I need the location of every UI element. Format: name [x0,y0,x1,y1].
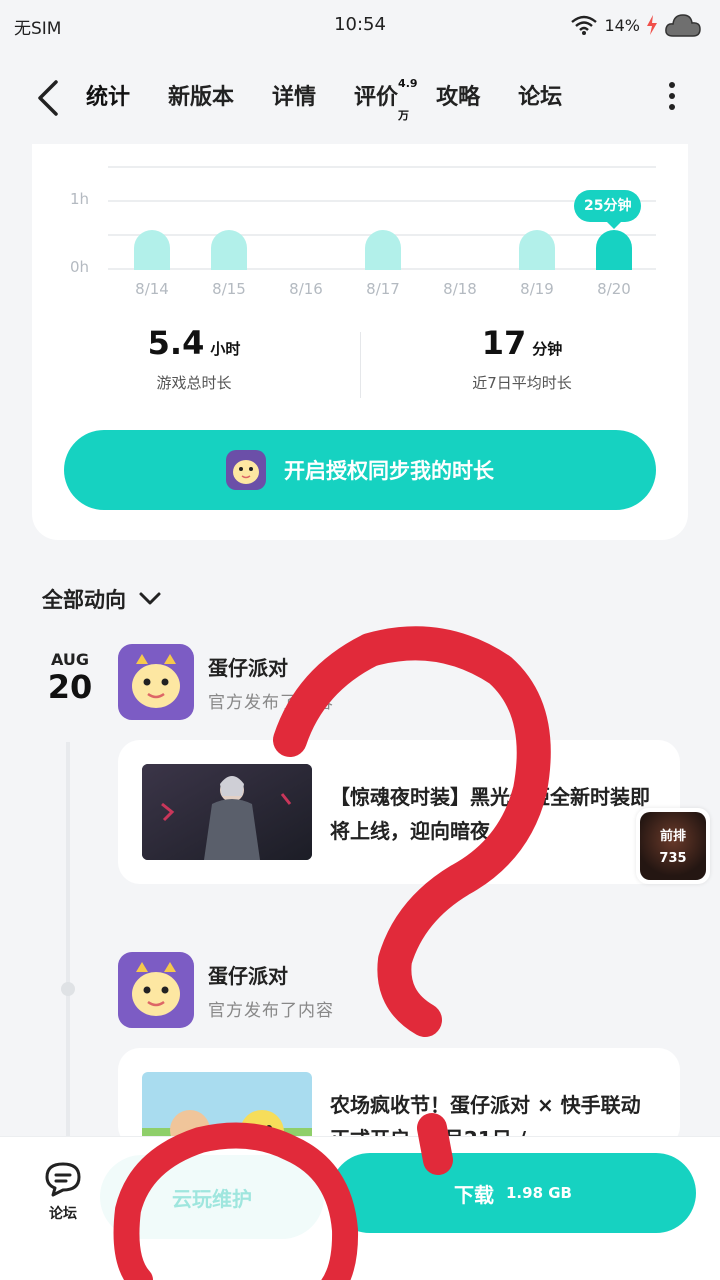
bottom-action-bar: 论坛 云玩维护 下载 1.98 GB [0,1136,720,1280]
average-playtime-unit: 分钟 [532,340,563,358]
x-tick-label: 8/19 [520,280,554,298]
x-tick-label: 8/15 [212,280,246,298]
review-count-badge: 4.9万 [398,77,418,122]
charging-icon [647,15,657,35]
sync-playtime-button[interactable]: 开启授权同步我的时长 [64,430,656,510]
average-playtime-value: 17 [481,324,527,362]
timeline-line [66,742,70,1142]
cloud-play-button[interactable]: 云玩维护 [100,1155,324,1239]
front-row-badge[interactable]: 前排 735 [636,808,710,884]
total-playtime-value: 5.4 [147,324,205,362]
x-tick-label: 8/18 [443,280,477,298]
chart-data-label: 25分钟 [574,189,642,222]
x-tick-label: 8/14 [135,280,169,298]
forum-button[interactable]: 论坛 [32,1159,94,1223]
chart-bar[interactable] [211,229,247,270]
battery-percent: 14% [604,15,640,35]
tab-new-version[interactable]: 新版本 [168,82,234,118]
feed-date-month: AUG [50,650,89,669]
y-tick-label: 0h [70,258,90,276]
front-row-label: 前排 [659,829,686,844]
wifi-icon [571,15,598,35]
author-name: 蛋仔派对 [208,964,288,988]
post-text: 【惊魂夜时装】黑光佩姬全新时装即将上线，迎向暗夜… [330,785,650,843]
game-app-icon [226,450,266,490]
front-row-count: 735 [659,851,687,866]
status-bar: 无SIM 10:54 14% [0,0,720,52]
more-options-icon[interactable] [664,82,680,112]
chart-bar[interactable] [596,229,632,270]
average-playtime: 17 分钟 近7日平均时长 [372,324,672,393]
chart-gridline [108,166,656,168]
total-playtime-unit: 小时 [210,340,241,358]
playtime-bar-chart: 0h 1h 8/14 8/15 8/16 8/17 8/18 8/19 8/20 25分钟 [32,144,688,304]
chevron-down-icon [139,592,161,605]
x-tick-label: 8/17 [366,280,400,298]
tab-guides[interactable]: 攻略 [436,82,480,118]
post-subtitle: 官方发布了内容 [208,693,334,713]
post-card[interactable]: 农场疯收节！蛋仔派对 × 快手联动正式开启，8月21日 / [118,1048,680,1168]
total-playtime: 5.4 小时 游戏总时长 [44,324,344,393]
playtime-stats-card: 0h 1h 8/14 8/15 8/16 8/17 8/18 8/19 8/20 25分钟 5.4… [32,144,688,540]
tab-stats[interactable]: 统计 [86,82,131,118]
post-thumbnail [142,764,312,860]
post-author-header[interactable]: 蛋仔派对 官方发布了内容 [118,952,518,1030]
stats-divider [360,332,361,398]
y-tick-label: 1h [70,190,90,208]
feed-date-day: 20 [47,668,93,706]
cloud-play-label: 云玩维护 [172,1186,252,1211]
chart-data-label-pointer [607,221,621,229]
tab-forum[interactable]: 论坛 [518,82,562,118]
back-arrow-icon[interactable] [34,78,64,118]
post-card[interactable]: 【惊魂夜时装】黑光佩姬全新时装即将上线，迎向暗夜… [118,740,680,884]
average-playtime-caption: 近7日平均时长 [472,374,572,392]
download-button[interactable]: 下载 1.98 GB [330,1153,696,1233]
download-label: 下载 [454,1182,494,1207]
download-size: 1.98 GB [506,1184,572,1202]
feed-date: AUG 20 [40,650,100,705]
activity-filter-dropdown[interactable]: 全部动向 [42,584,162,614]
tab-bar: 统计 新版本 详情 评价 4.9万 攻略 论坛 [86,77,600,122]
author-avatar[interactable] [118,952,194,1028]
status-icons: 14% [570,10,702,40]
chart-bar[interactable] [519,229,555,270]
activity-filter-label: 全部动向 [42,588,126,612]
top-nav: 统计 新版本 详情 评价 4.9万 攻略 论坛 [0,52,720,144]
tab-details[interactable]: 详情 [272,82,316,118]
timeline-dot [61,982,75,996]
forum-label: 论坛 [49,1206,77,1222]
tab-reviews[interactable]: 评价 4.9万 [354,77,418,122]
x-tick-label: 8/16 [289,280,323,298]
sync-playtime-label: 开启授权同步我的时长 [284,459,494,483]
chart-bar[interactable] [134,229,170,270]
post-author-header[interactable]: 蛋仔派对 官方发布了内容 [118,644,518,722]
post-subtitle: 官方发布了内容 [208,1001,334,1021]
author-avatar[interactable] [118,644,194,720]
chat-bubble-icon [45,1162,81,1197]
author-name: 蛋仔派对 [208,656,288,680]
cloud-icon [665,14,701,37]
x-tick-label: 8/20 [597,280,631,298]
chart-bar[interactable] [365,229,401,270]
total-playtime-caption: 游戏总时长 [156,374,232,392]
